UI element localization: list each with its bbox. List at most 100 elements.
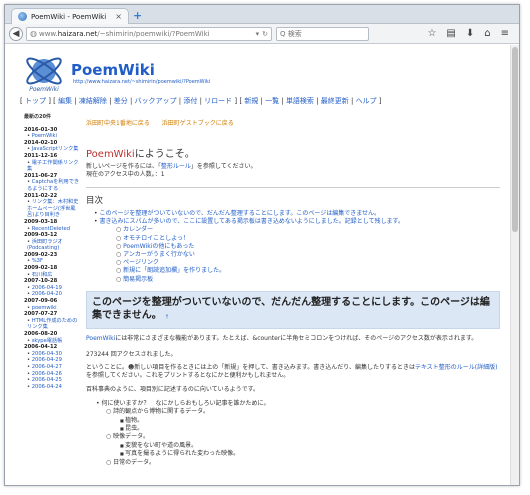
menu-separator: | [127, 97, 135, 105]
sidebar-list: リンク集：木村和史ホームページ(浮世風呂)より目利き [24, 199, 82, 219]
menu-separator: ] [ [232, 97, 245, 105]
access-count: 現在のアクセス中の人数。：1 [86, 171, 165, 178]
bookmarks-icon[interactable]: ▤ [446, 28, 455, 39]
toc-sublink[interactable]: オモチロイことしよっ！ [123, 235, 189, 242]
usage-item: 詩的観点から博物に関するデータ。植物。昆虫。 [106, 408, 500, 433]
access-total: 273244 回アクセスされました。 [86, 350, 177, 358]
home-icon[interactable]: ⌂ [484, 28, 490, 39]
sidebar-link[interactable]: 浜田町ラジオ(Podcasting) [27, 239, 63, 252]
reload-icon[interactable]: ↻ [262, 30, 268, 38]
search-input[interactable] [280, 29, 358, 38]
poemwiki-logo[interactable]: PoemWiki [22, 53, 66, 93]
tab-poemwiki[interactable]: PoemWiki - PoemWiki × [11, 8, 129, 24]
sidebar-date: 2009-02-23 [24, 251, 58, 258]
menu-item[interactable]: 凍結解除 [79, 97, 107, 105]
search-bar[interactable] [276, 26, 369, 41]
format-rules-link[interactable]: 整形ルール [161, 163, 191, 170]
toc-link[interactable]: 書き込みにスパムが多いので、ここに設置してある掲示板は書き込めないようにしました… [99, 218, 404, 225]
sidebar-link[interactable]: 2006-04-25 [32, 377, 62, 383]
new-page-note: 新しいページを作るには、「整形ルール」を参照してください。 現在のアクセス中の人… [86, 163, 257, 178]
sidebar-link[interactable]: 2006-04-27 [32, 364, 62, 370]
menu-item[interactable]: 一覧 [265, 97, 279, 105]
notice-banner: このページを整理がついていないので、だんだん整理することにします。このページは編… [86, 290, 500, 329]
menu-item[interactable]: 添付 [183, 97, 197, 105]
page-scrollbar[interactable] [510, 45, 519, 485]
back-button[interactable]: ◀ [9, 26, 23, 41]
sidebar-link[interactable]: リンク集：木村和史ホームページ(浮世風呂)より目利き [27, 199, 78, 218]
sidebar-list: %3F [24, 258, 82, 265]
scrollbar-thumb[interactable] [512, 47, 518, 232]
menu-item[interactable]: リロード [204, 97, 232, 105]
main-content: 浜田町中央1番地に戻る 浜田町ゲストブックに戻る PoemWikiにようこそ。 … [86, 114, 500, 467]
toc-sublink[interactable]: 簡易掲示板 [123, 276, 153, 283]
toc-item: 書き込みにスパムが多いので、ここに設置してある掲示板は書き込めないようにしました… [94, 218, 500, 284]
bookmark-star-icon[interactable]: ☆ [427, 28, 436, 39]
link-guestbook[interactable]: 浜田町ゲストブックに戻る [162, 120, 234, 127]
sidebar-link[interactable]: PoemWiki [32, 133, 57, 139]
menu-item[interactable]: 編集 [58, 97, 72, 105]
usage-label: 日常のデータ。 [113, 458, 155, 466]
menu-item[interactable]: 差分 [114, 97, 128, 105]
menu-item[interactable]: 単語検索 [286, 97, 314, 105]
toc-sublink[interactable]: カレンダー [123, 226, 153, 233]
sidebar-list: HTML作成のためのリンク集 [24, 318, 82, 331]
new-tab-button[interactable]: + [133, 9, 142, 22]
sidebar-date: 2009-03-18 [24, 218, 58, 225]
site-url[interactable]: http://www.haizara.net/~shimirin/poemwik… [73, 79, 210, 85]
sidebar-link[interactable]: 2006-04-29 [32, 357, 62, 363]
sidebar-link[interactable]: skype電話帳 [32, 338, 63, 344]
sidebar-link[interactable]: 石川和広 [32, 272, 53, 278]
menu-item[interactable]: バックアップ [135, 97, 177, 105]
toc-link[interactable]: このページを整理がついていないので、だんだん整理することにします。このページは編… [99, 210, 380, 217]
menu-item[interactable]: 新規 [244, 97, 258, 105]
menu-icon[interactable]: ≡ [501, 28, 509, 39]
usage-label: 詩的観点から博物に関するデータ。 [113, 408, 209, 416]
toc-sublink[interactable]: ページリンク [123, 259, 159, 266]
sidebar-date: 2011-12-16 [24, 152, 58, 159]
sidebar-list: 電子工作関係リンク集 [24, 160, 82, 173]
sidebar-list: skype電話帳 [24, 338, 82, 345]
menu-item[interactable]: ヘルプ [356, 97, 377, 105]
sidebar-list: PoemWiki [24, 133, 82, 140]
usage-title: 何に使いますか？ なにかしらおもしろい記事を誰かために。 詩的観点から博物に関す… [96, 400, 500, 467]
site-title[interactable]: PoemWiki [71, 61, 155, 79]
sidebar-date: 2016-01-30 [24, 126, 58, 133]
menu-separator: | [313, 97, 321, 105]
dropdown-icon[interactable]: ▾ [256, 30, 260, 38]
sidebar-list: 浜田町ラジオ(Podcasting) [24, 239, 82, 252]
sidebar-link[interactable]: 2006-04-30 [32, 351, 62, 357]
download-icon[interactable]: ⬇ [466, 28, 474, 39]
toc-sublink[interactable]: アンカーがうまく行かない [123, 251, 195, 258]
sidebar-link[interactable]: RecentDeleted [32, 226, 70, 232]
sidebar-item: RecentDeleted [27, 226, 82, 233]
sidebar-link[interactable]: Captchaを利用できるようにする [27, 179, 79, 192]
sidebar-link[interactable]: 2006-04-20 [32, 291, 62, 297]
link-chuo[interactable]: 浜田町中央1番地に戻る [86, 120, 150, 127]
toc-item: このページを整理がついていないので、だんだん整理することにします。このページは編… [94, 210, 500, 218]
text-rules-link[interactable]: テキスト整形のルール(詳細版) [415, 364, 498, 371]
sidebar-link[interactable]: HTML作成のためのリンク集 [27, 318, 77, 331]
sidebar-link[interactable]: %3F [32, 258, 43, 264]
menu-item[interactable]: トップ [25, 97, 46, 105]
sidebar-link[interactable]: 電子工作関係リンク集 [27, 160, 78, 173]
menu-separator: ] [ [45, 97, 59, 105]
toc-sublink[interactable]: PoemWikiの他にもあった [123, 243, 194, 250]
toc-sublink[interactable]: 新規に「朗読追加欄」を作りました。 [123, 267, 225, 274]
sidebar-item: PoemWiki [27, 133, 82, 140]
sidebar-link[interactable]: poemwiki [32, 305, 57, 311]
url-text: www.haizara.net/~shimirin/poemwiki/?Poem… [38, 29, 210, 38]
sidebar-title: 最新の20件 [24, 114, 51, 120]
sidebar-link[interactable]: JavaScriptリンク集 [32, 146, 79, 152]
url-bar[interactable]: ◍ www.haizara.net/~shimirin/poemwiki/?Po… [26, 26, 272, 41]
anchor-mark[interactable]: † [166, 314, 169, 320]
sidebar-item: Captchaを利用できるようにする [27, 179, 82, 192]
sidebar-link[interactable]: 2006-04-26 [32, 371, 62, 377]
toc-subitem: オモチロイことしよっ！ [116, 235, 500, 243]
sidebar-link[interactable]: 2006-04-24 [32, 384, 62, 390]
sidebar-item: 2006-04-27 [27, 364, 82, 371]
menu-item[interactable]: 最終更新 [321, 97, 349, 105]
sidebar-link[interactable]: 2006-04-19 [32, 285, 62, 291]
navigation-bar: ◀ ◍ www.haizara.net/~shimirin/poemwiki/?… [5, 24, 519, 44]
close-icon[interactable]: × [115, 12, 122, 21]
sidebar-list: Captchaを利用できるようにする [24, 179, 82, 192]
